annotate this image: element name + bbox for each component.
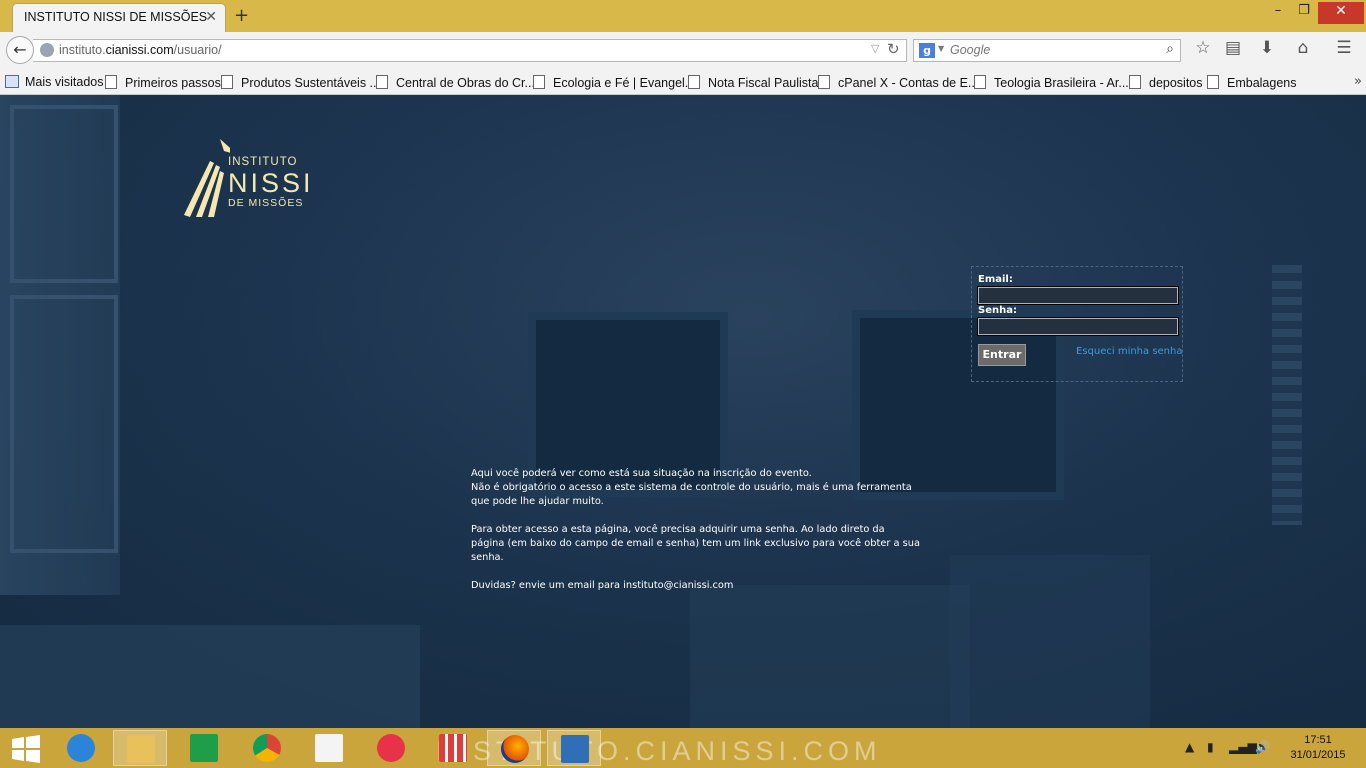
page-icon	[376, 75, 388, 89]
taskbar-app[interactable]	[487, 730, 541, 766]
login-button[interactable]: Entrar	[978, 344, 1026, 366]
page-icon	[221, 75, 233, 89]
home-icon[interactable]: ⌂	[1291, 38, 1315, 58]
power-icon[interactable]: ▮	[1207, 740, 1214, 754]
page-content: INSTITUTO NISSI DE MISSÕES Email: Senha:…	[0, 95, 1366, 728]
clock[interactable]: 17:51 31/01/2015	[1287, 733, 1349, 763]
url-dropdown-icon[interactable]: ▽	[871, 42, 879, 55]
tab-title: INSTITUTO NISSI DE MISSÕES	[24, 10, 208, 24]
background-flag	[1272, 265, 1302, 525]
reading-list-icon[interactable]: ▤	[1221, 38, 1245, 58]
browser-titlebar: INSTITUTO NISSI DE MISSÕES ✕ + – ❐ ✕	[0, 0, 1366, 32]
tab-active[interactable]: INSTITUTO NISSI DE MISSÕES ✕	[12, 3, 226, 32]
logo-text: INSTITUTO NISSI DE MISSÕES	[228, 156, 314, 209]
bookmarks-overflow-icon[interactable]: »	[1354, 74, 1362, 89]
password-field[interactable]	[977, 317, 1179, 336]
background-desk	[950, 555, 1150, 728]
bookmark-item[interactable]: Mais visitados	[5, 75, 104, 89]
bookmark-item[interactable]: depositos	[1129, 75, 1203, 90]
search-icon[interactable]: ⌕	[1166, 41, 1174, 57]
menu-icon[interactable]: ☰	[1332, 38, 1356, 58]
new-tab-icon[interactable]: +	[234, 5, 249, 26]
back-button[interactable]: ←	[6, 36, 34, 64]
tab-close-icon[interactable]: ✕	[205, 9, 217, 25]
search-bar[interactable]: g ▼ Google ⌕	[913, 39, 1181, 62]
password-label: Senha:	[978, 305, 1017, 316]
show-hidden-icons-icon[interactable]: ▲	[1185, 740, 1194, 754]
page-icon	[105, 75, 117, 89]
info-paragraph: Aqui você poderá ver como está sua situa…	[471, 468, 912, 507]
taskbar-app[interactable]	[364, 730, 418, 766]
url-text[interactable]: instituto.cianissi.com/usuario/	[59, 43, 222, 57]
bookmark-item[interactable]: Ecologia e Fé | Evangel...	[533, 75, 695, 90]
windows-taskbar: INSTITUTO.CIANISSI.COM ▲ ▮ ▂▄▆ 🔊 17:51 3…	[0, 728, 1366, 768]
info-paragraph: Para obter acesso a esta página, você pr…	[471, 524, 920, 563]
email-label: Email:	[978, 274, 1013, 285]
bookmarks-bar: Mais visitados Primeiros passos Produtos…	[0, 68, 1366, 95]
star-icon[interactable]: ☆	[1191, 38, 1215, 58]
internet-explorer-icon	[67, 734, 95, 762]
info-text: Aqui você poderá ver como está sua situa…	[471, 467, 921, 607]
close-button[interactable]: ✕	[1318, 2, 1364, 24]
start-button[interactable]	[0, 730, 54, 766]
page-icon	[533, 75, 545, 89]
start-icon	[12, 735, 40, 763]
bookmark-item[interactable]: cPanel X - Contas de E...	[818, 75, 978, 90]
arrow-left-icon: ←	[13, 40, 27, 59]
taskbar-app[interactable]	[113, 730, 167, 766]
taskbar-app[interactable]	[177, 730, 231, 766]
forgot-password-link[interactable]: Esqueci minha senha	[1076, 346, 1183, 357]
apps-grid-icon	[439, 734, 467, 762]
taskbar-app[interactable]	[426, 730, 480, 766]
taskbar-app[interactable]	[302, 730, 356, 766]
network-icon[interactable]: ▂▄▆	[1229, 740, 1257, 754]
caret-down-icon[interactable]: ▼	[938, 44, 944, 53]
bookmark-item[interactable]: Produtos Sustentáveis ...	[221, 75, 380, 90]
minimize-button[interactable]: –	[1266, 2, 1290, 24]
volume-icon[interactable]: 🔊	[1255, 740, 1270, 754]
file-explorer-icon	[127, 735, 155, 763]
globe-icon	[40, 43, 54, 57]
logo-line-1: INSTITUTO	[228, 156, 298, 168]
file-icon	[315, 734, 343, 762]
reload-icon[interactable]: ↻	[887, 40, 900, 58]
logo-mark-icon	[184, 139, 230, 217]
logo-line-2: NISSI	[228, 167, 314, 198]
page-icon	[818, 75, 830, 89]
itunes-icon	[377, 734, 405, 762]
download-icon[interactable]: ⬇	[1255, 38, 1279, 58]
page-icon	[974, 75, 986, 89]
site-logo[interactable]: INSTITUTO NISSI DE MISSÕES	[180, 135, 311, 220]
clock-date: 31/01/2015	[1290, 749, 1346, 761]
background-window	[0, 95, 120, 595]
browser-navbar: instituto.cianissi.com/usuario/ ▽ ↻ ← g …	[0, 32, 1366, 68]
taskbar-app[interactable]	[547, 730, 601, 766]
search-placeholder[interactable]: Google	[950, 43, 990, 57]
bookmark-folder-icon	[5, 75, 19, 88]
taskbar-app[interactable]	[54, 730, 108, 766]
maximize-button[interactable]: ❐	[1292, 2, 1316, 24]
chrome-icon	[253, 734, 281, 762]
bookmark-item[interactable]: Central de Obras do Cr...	[376, 75, 535, 90]
background-desk	[0, 625, 420, 728]
google-icon[interactable]: g	[919, 43, 935, 58]
store-icon	[190, 734, 218, 762]
url-bar[interactable]: instituto.cianissi.com/usuario/ ▽ ↻	[33, 39, 907, 62]
email-field[interactable]	[977, 286, 1179, 305]
info-paragraph: Duvidas? envie um email para instituto@c…	[471, 580, 734, 591]
bookmark-item[interactable]: Primeiros passos	[105, 75, 221, 90]
bookmark-item[interactable]: Nota Fiscal Paulista	[688, 75, 818, 90]
logo-line-3: DE MISSÕES	[228, 196, 304, 209]
login-form: Email: Senha: Entrar Esqueci minha senha	[971, 266, 1183, 382]
page-icon	[1129, 75, 1141, 89]
page-icon	[1207, 75, 1219, 89]
taskbar-app[interactable]	[240, 730, 294, 766]
bookmark-item[interactable]: Teologia Brasileira - Ar...	[974, 75, 1129, 90]
bookmark-item[interactable]: Embalagens	[1207, 75, 1297, 90]
page-icon	[688, 75, 700, 89]
firefox-icon	[501, 735, 529, 763]
writer-icon	[561, 735, 589, 763]
clock-time: 17:51	[1304, 734, 1332, 746]
